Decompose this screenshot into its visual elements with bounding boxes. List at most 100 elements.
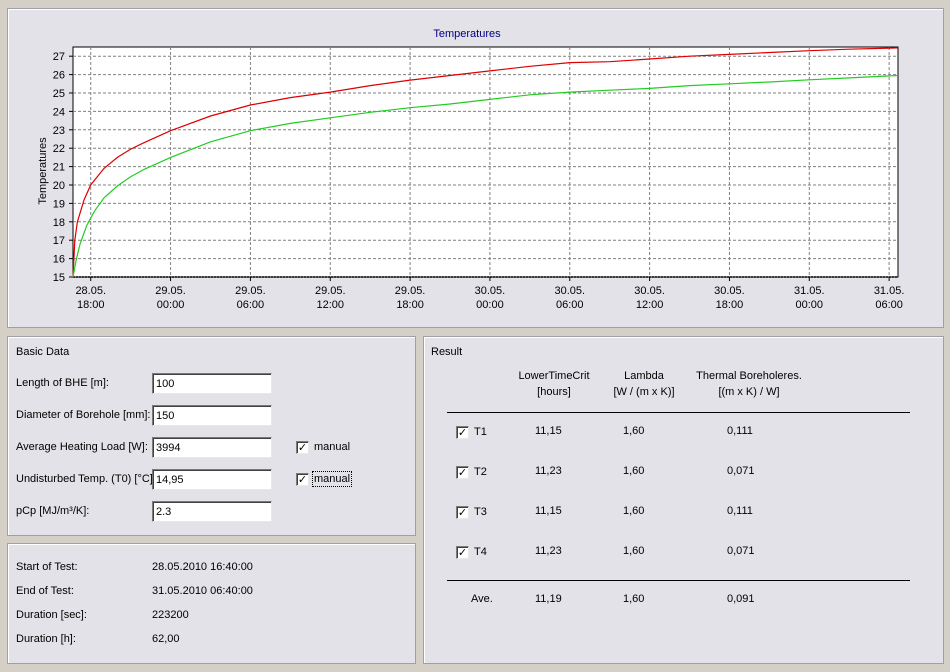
pcp-label: pCp [MJ/m³/K]:	[16, 505, 90, 517]
check-icon: ✓	[457, 466, 468, 479]
duration-h-label: Duration [h]:	[16, 633, 76, 645]
start-of-test-label: Start of Test:	[16, 561, 78, 573]
heating-load-input[interactable]	[152, 437, 272, 458]
basic-data-panel: Basic Data Length of BHE [m]: Diameter o…	[7, 336, 416, 536]
diameter-label: Diameter of Borehole [mm]:	[16, 409, 151, 421]
col-header-lower-time-crit: LowerTimeCrit [hours]	[509, 368, 599, 400]
result-row-t2-resistance: 0,071	[727, 465, 755, 477]
heating-load-label: Average Heating Load [W]:	[16, 441, 148, 453]
y-axis-ticks: 15 16 17 18 19 20 21 22 23 24 25 26 27	[53, 51, 73, 284]
result-row-t1-checkbox[interactable]: ✓	[456, 426, 469, 439]
length-label: Length of BHE [m]:	[16, 377, 109, 389]
y-tick-label: 23	[53, 125, 65, 137]
x-tick-label-time: 18:00	[716, 299, 744, 311]
result-average-crit: 11,19	[535, 593, 562, 605]
x-tick-label-date: 30.05.	[634, 285, 665, 297]
y-tick-label: 25	[53, 88, 65, 100]
result-average-lambda: 1,60	[623, 593, 645, 605]
col-header-thermal-resistance-name: Thermal Boreholeres.	[696, 370, 802, 382]
result-row-t1-lambda: 1,60	[623, 425, 645, 437]
x-tick-label-time: 06:00	[237, 299, 265, 311]
y-tick-label: 27	[53, 51, 65, 63]
y-tick-label: 15	[53, 272, 65, 284]
pcp-input[interactable]	[152, 501, 272, 522]
result-row-t4-resistance: 0,071	[727, 545, 755, 557]
end-of-test-value: 31.05.2010 06:40:00	[152, 585, 253, 597]
heating-load-manual-label: manual	[314, 441, 351, 453]
x-tick-label-date: 29.05.	[395, 285, 426, 297]
x-tick-label-date: 29.05.	[235, 285, 266, 297]
start-of-test-value: 28.05.2010 16:40:00	[152, 561, 253, 573]
x-tick-label-date: 28.05.	[75, 285, 106, 297]
result-row-t4-crit: 11,23	[535, 545, 562, 557]
y-tick-label: 16	[53, 254, 65, 266]
basic-data-title: Basic Data	[16, 346, 70, 358]
check-icon: ✓	[457, 426, 468, 439]
x-tick-label-date: 31.05.	[794, 285, 825, 297]
result-row-t1-crit: 11,15	[535, 425, 562, 437]
x-tick-label-date: 30.05.	[554, 285, 585, 297]
check-icon: ✓	[457, 546, 468, 559]
col-header-lower-time-crit-unit: [hours]	[537, 386, 571, 398]
result-average-resistance: 0,091	[727, 593, 755, 605]
x-tick-label-time: 12:00	[636, 299, 664, 311]
x-tick-label-time: 18:00	[77, 299, 105, 311]
end-of-test-label: End of Test:	[16, 585, 74, 597]
y-tick-label: 26	[53, 70, 65, 82]
test-info-panel: Start of Test: 28.05.2010 16:40:00 End o…	[7, 543, 416, 664]
result-row-t2-checkbox[interactable]: ✓	[456, 466, 469, 479]
undisturbed-temp-input[interactable]	[152, 469, 272, 490]
heating-load-manual-checkbox[interactable]: ✓	[296, 441, 309, 454]
x-tick-label-time: 12:00	[316, 299, 344, 311]
average-divider	[447, 580, 910, 581]
x-tick-label-time: 00:00	[157, 299, 185, 311]
x-tick-label-date: 29.05.	[155, 285, 186, 297]
temperature-chart: Temperatures Temperatures 15 16 17 18 19 20 21…	[37, 28, 904, 311]
result-row-t4-name: T4	[474, 546, 487, 558]
col-header-thermal-resistance-unit: [(m x K) / W]	[718, 386, 780, 398]
check-icon: ✓	[297, 441, 308, 454]
duration-sec-value: 223200	[152, 609, 189, 621]
y-tick-label: 22	[53, 143, 65, 155]
result-row-t4-checkbox[interactable]: ✓	[456, 546, 469, 559]
y-tick-label: 17	[53, 235, 65, 247]
y-tick-label: 24	[53, 106, 65, 118]
col-header-thermal-resistance: Thermal Boreholeres. [(m x K) / W]	[689, 368, 809, 400]
result-row-t2-crit: 11,23	[535, 465, 562, 477]
result-row-t3-resistance: 0,111	[727, 505, 753, 517]
result-average-name: Ave.	[471, 593, 493, 605]
duration-h-value: 62,00	[152, 633, 180, 645]
check-icon: ✓	[297, 473, 308, 486]
x-axis-ticks: 28.05. 18:00 29.05. 00:00 29.05. 06:00 29.05. 1…	[75, 277, 904, 311]
result-row-t3-crit: 11,15	[535, 505, 562, 517]
x-tick-label-time: 06:00	[556, 299, 584, 311]
length-input[interactable]	[152, 373, 272, 394]
y-tick-label: 20	[53, 180, 65, 192]
x-tick-label-time: 00:00	[476, 299, 504, 311]
chart-y-axis-label: Temperatures	[37, 137, 49, 205]
diameter-input[interactable]	[152, 405, 272, 426]
temperature-chart-panel: Temperatures Temperatures 15 16 17 18 19 20 21…	[7, 8, 944, 328]
x-tick-label-time: 06:00	[875, 299, 903, 311]
result-row-t4-lambda: 1,60	[623, 545, 645, 557]
header-divider	[447, 412, 910, 413]
x-tick-label-date: 30.05.	[714, 285, 745, 297]
x-tick-label-time: 18:00	[396, 299, 424, 311]
x-tick-label-date: 30.05.	[475, 285, 506, 297]
y-tick-label: 21	[53, 162, 65, 174]
y-tick-label: 19	[53, 198, 65, 210]
undisturbed-temp-manual-checkbox[interactable]: ✓	[296, 473, 309, 486]
col-header-lambda: Lambda [W / (m x K)]	[604, 368, 684, 400]
duration-sec-label: Duration [sec]:	[16, 609, 87, 621]
col-header-lambda-name: Lambda	[624, 370, 664, 382]
result-row-t1-name: T1	[474, 426, 487, 438]
y-tick-label: 18	[53, 217, 65, 229]
result-row-t1-resistance: 0,111	[727, 425, 753, 437]
result-row-t3-checkbox[interactable]: ✓	[456, 506, 469, 519]
result-title: Result	[431, 346, 463, 358]
col-header-lower-time-crit-name: LowerTimeCrit	[518, 370, 590, 382]
x-tick-label-date: 29.05.	[315, 285, 346, 297]
undisturbed-temp-label: Undisturbed Temp. (T0) [°C]:	[16, 473, 156, 485]
x-tick-label-date: 31.05.	[874, 285, 905, 297]
result-panel: Result LowerTimeCrit [hours] Lambda [W /…	[423, 336, 944, 664]
